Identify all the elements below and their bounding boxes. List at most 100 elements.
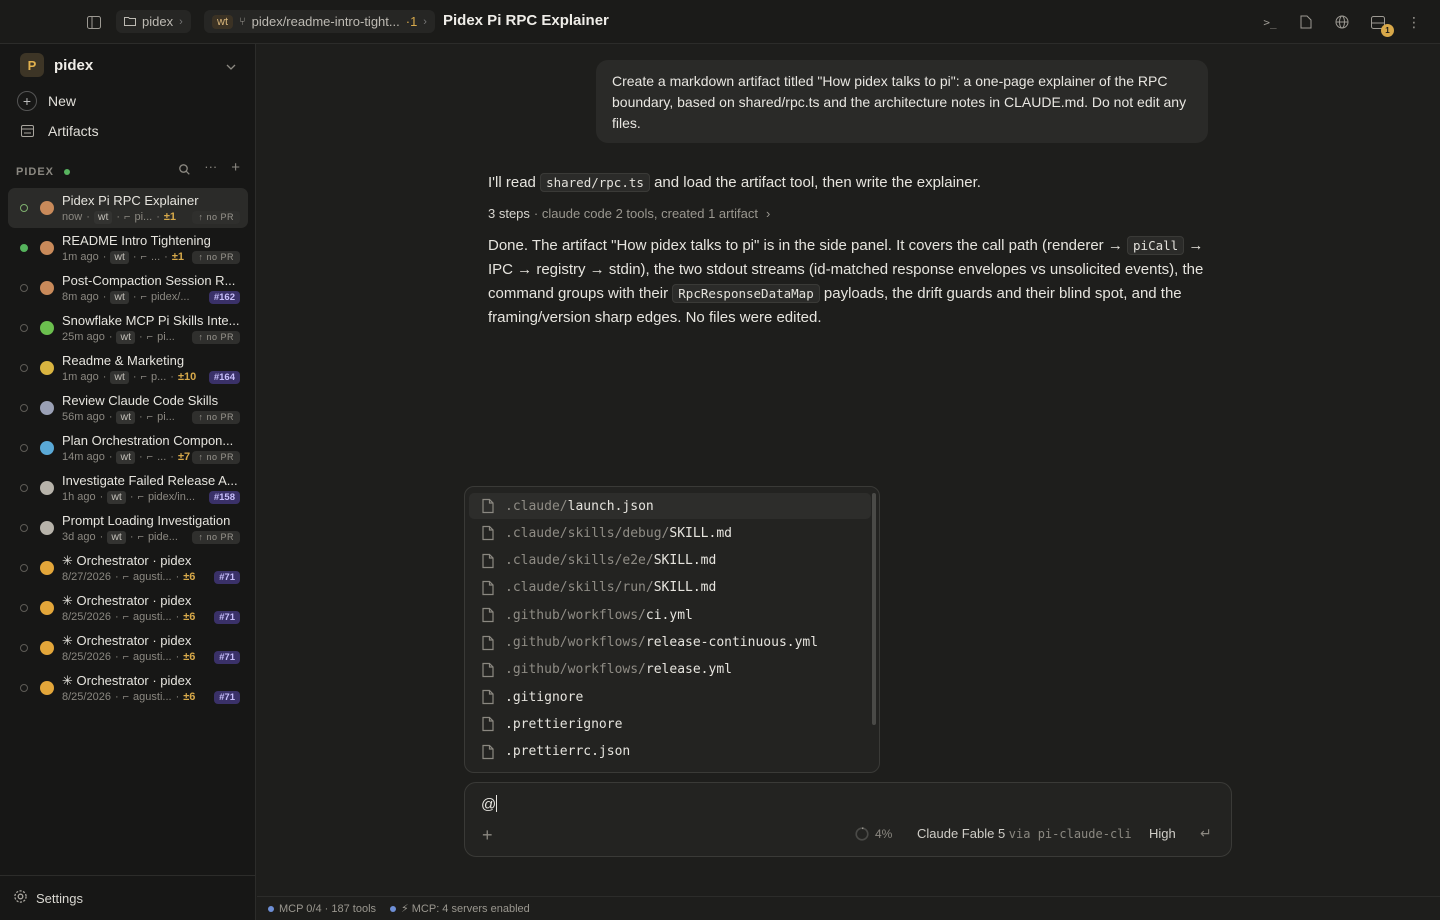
session-status-dot [20, 404, 28, 412]
worktree-badge: wt [93, 210, 113, 224]
file-option[interactable]: .github/workflows/release.yml [469, 657, 871, 683]
more-horizontal-icon[interactable]: ··· [204, 160, 217, 178]
session-item[interactable]: README Intro Tightening 1m ago · wt · ⌐... · ±… [8, 228, 248, 268]
file-option[interactable]: .prettierrc.json [469, 739, 871, 765]
section-label: PIDEX [16, 166, 55, 178]
attach-plus-icon[interactable]: + [482, 825, 493, 846]
session-title: Pidex Pi RPC Explainer [62, 193, 199, 208]
file-icon[interactable] [1296, 12, 1316, 32]
steps-summary[interactable]: 3 steps · claude code 2 tools, created 1… [488, 206, 770, 221]
session-title: ✳ Orchestrator · pidex [62, 633, 192, 648]
agent-avatar-icon [40, 521, 54, 535]
workspace-switcher[interactable]: P pidex [20, 53, 242, 77]
session-status-dot [20, 204, 28, 212]
artifacts-nav[interactable]: Artifacts [16, 120, 99, 142]
pr-badge[interactable]: ↑ no PR [192, 450, 240, 464]
add-session-icon[interactable]: + [231, 160, 240, 178]
diff-count: ±6 [183, 651, 196, 663]
session-item[interactable]: ✳ Orchestrator · pidex 8/25/2026 · ⌐ agusti… [8, 588, 248, 628]
session-title: Readme & Marketing [62, 353, 185, 368]
model-selector[interactable]: Claude Fable 5 via pi-claude-cli [917, 826, 1132, 841]
session-time: 56m ago [62, 411, 105, 423]
globe-icon[interactable] [1332, 12, 1352, 32]
session-item[interactable]: Prompt Loading Investigation 3d ago · wt · ⌐… [8, 508, 248, 548]
file-dir: .claude/skills/run/ [505, 580, 654, 596]
diff-count: ±1 [171, 251, 184, 263]
project-chip[interactable]: pidex › [116, 10, 191, 33]
status-dot [390, 905, 397, 912]
file-option[interactable]: .gitignore [469, 684, 871, 710]
session-item[interactable]: Plan Orchestration Compon... 14m ago · wt ·… [8, 428, 248, 468]
artifacts-label: Artifacts [48, 123, 99, 139]
worktree-badge: wt [110, 290, 129, 304]
pr-badge[interactable]: #71 [214, 610, 240, 624]
pr-badge[interactable]: #164 [208, 370, 240, 384]
pr-badge[interactable]: #71 [214, 570, 240, 584]
pr-badge[interactable]: ↑ no PR [192, 330, 240, 344]
file-option[interactable]: .github/workflows/ci.yml [469, 602, 871, 628]
agent-avatar-icon [40, 401, 54, 415]
session-item[interactable]: ✳ Orchestrator · pidex 8/25/2026 · ⌐ agusti… [8, 668, 248, 708]
pr-badge[interactable]: #158 [208, 490, 240, 504]
more-vertical-icon[interactable]: ⋮ [1404, 12, 1424, 32]
pr-badge[interactable]: ↑ no PR [192, 210, 240, 224]
terminal-icon[interactable]: >_ [1260, 12, 1280, 32]
session-item[interactable]: ✳ Orchestrator · pidex 8/27/2026 · ⌐ agusti… [8, 548, 248, 588]
session-item[interactable]: Snowflake MCP Pi Skills Inte... 25m ago ·… [8, 308, 248, 348]
diff-count: ±6 [183, 571, 196, 583]
effort-label: High [1149, 826, 1176, 841]
session-item[interactable]: Pidex Pi RPC Explainer now · wt · ⌐ pi... · ±1 … [8, 188, 248, 228]
session-title: Prompt Loading Investigation [62, 513, 231, 528]
new-session-button[interactable]: + New [16, 90, 76, 112]
pr-badge[interactable]: #162 [208, 290, 240, 304]
file-option[interactable]: .claude/skills/e2e/SKILL.md [469, 548, 871, 574]
message-input[interactable]: @ [481, 795, 1081, 813]
effort-selector[interactable]: High [1149, 826, 1176, 841]
settings-button[interactable]: Settings [0, 875, 256, 920]
plus-icon: + [16, 90, 38, 112]
text-caret [496, 795, 498, 812]
pr-badge[interactable]: #71 [214, 690, 240, 704]
git-branch-icon: ⌐ [140, 251, 147, 263]
session-status-dot [20, 284, 28, 292]
pr-badge[interactable]: ↑ no PR [192, 530, 240, 544]
top-bar: pidex › wt ⑂ pidex/readme-intro-tight...… [0, 0, 1440, 44]
agent-avatar-icon [40, 201, 54, 215]
dropdown-scrollbar[interactable] [872, 493, 876, 725]
mcp-tools-status[interactable]: MCP 0/4 · 187 tools [268, 903, 376, 915]
session-time: 8/25/2026 [62, 691, 111, 703]
file-name: .prettierrc.json [505, 744, 631, 760]
agent-avatar-icon [40, 441, 54, 455]
diff-count: ±7 [177, 451, 191, 463]
session-branch: pide... [147, 531, 178, 543]
send-return-icon[interactable]: ↵ [1200, 825, 1212, 842]
file-name: release-continuous.yml [645, 635, 819, 650]
session-item[interactable]: Review Claude Code Skills 56m ago · wt · ⌐ pi… [8, 388, 248, 428]
session-time: 8/25/2026 [62, 651, 111, 663]
pr-badge[interactable]: ↑ no PR [192, 410, 240, 424]
file-option[interactable]: .claude/launch.json [469, 493, 871, 519]
file-icon [482, 608, 494, 623]
session-status-dot [20, 484, 28, 492]
file-option[interactable]: .github/workflows/release-continuous.yml [469, 630, 871, 656]
session-item[interactable]: Readme & Marketing 1m ago · wt · ⌐ p... · ±10 #… [8, 348, 248, 388]
pr-badge[interactable]: #71 [214, 650, 240, 664]
folder-icon [124, 14, 136, 29]
session-time: now [62, 211, 83, 223]
sidebar-toggle-icon[interactable] [84, 12, 104, 32]
worktree-badge: wt [116, 450, 135, 464]
agent-avatar-icon [40, 481, 54, 495]
branch-chip[interactable]: wt ⑂ pidex/readme-intro-tight... ·1 › [204, 10, 435, 33]
file-option[interactable]: .claude/skills/run/SKILL.md [469, 575, 871, 601]
file-option[interactable]: .prettierignore [469, 711, 871, 737]
session-item[interactable]: ✳ Orchestrator · pidex 8/25/2026 · ⌐ agusti… [8, 628, 248, 668]
session-item[interactable]: Post-Compaction Session R... 8m ago · wt · ⌐… [8, 268, 248, 308]
mcp-servers-status[interactable]: ⚡ MCP: 4 servers enabled [390, 902, 530, 915]
workspace-avatar: P [20, 53, 44, 77]
search-icon[interactable] [179, 163, 190, 178]
pr-badge[interactable]: ↑ no PR [192, 250, 240, 264]
session-item[interactable]: Investigate Failed Release A... 1h ago · w… [8, 468, 248, 508]
session-branch: agusti... [133, 651, 172, 663]
git-branch-icon: ⌐ [137, 531, 144, 543]
file-option[interactable]: .claude/skills/debug/SKILL.md [469, 520, 871, 546]
